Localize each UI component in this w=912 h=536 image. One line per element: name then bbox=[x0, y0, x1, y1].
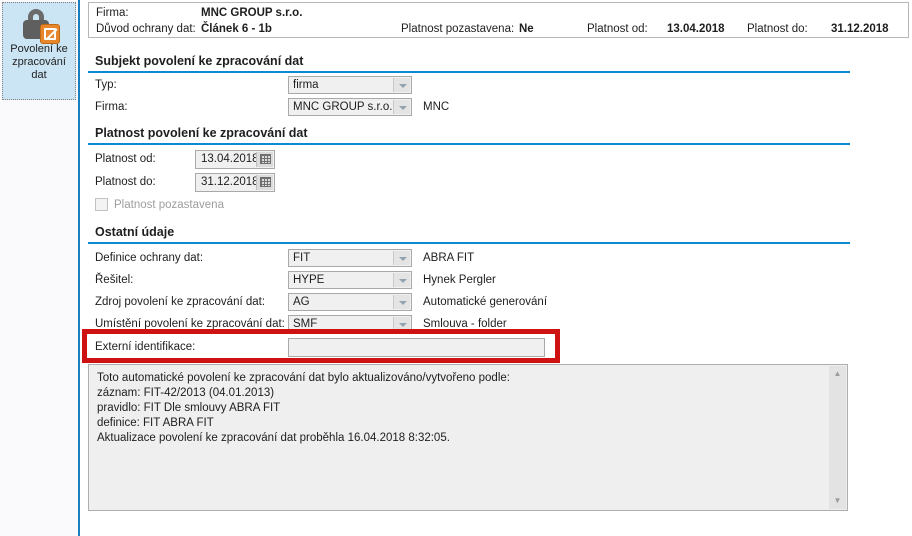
annotation-highlight-rectangle bbox=[82, 329, 560, 363]
platnost-od-label: Platnost od: bbox=[95, 153, 156, 165]
resitel-combobox-value: HYPE bbox=[293, 274, 324, 286]
chevron-down-icon[interactable] bbox=[393, 295, 410, 309]
vertical-scrollbar[interactable]: ▲ ▼ bbox=[829, 366, 846, 509]
zdroj-combobox[interactable]: AG bbox=[288, 293, 412, 311]
scroll-up-icon[interactable]: ▲ bbox=[829, 366, 846, 382]
update-note-box[interactable]: Toto automatické povolení ke zpracování … bbox=[88, 364, 848, 511]
section-title-platnost: Platnost povolení ke zpracování dat bbox=[88, 126, 850, 145]
platnost-do-label: Platnost do: bbox=[95, 176, 156, 188]
calendar-icon[interactable] bbox=[256, 152, 273, 167]
firma-combobox[interactable]: MNC GROUP s.r.o. bbox=[288, 98, 412, 116]
typ-combobox[interactable]: firma bbox=[288, 76, 412, 94]
definice-combobox[interactable]: FIT bbox=[288, 249, 412, 267]
chevron-down-icon[interactable] bbox=[393, 273, 410, 287]
typ-label: Typ: bbox=[95, 79, 117, 91]
permission-detail-window: Povolení ke zpracování dat Firma: MNC GR… bbox=[0, 0, 912, 536]
edit-badge-icon bbox=[40, 24, 60, 44]
sidebar-item-label: Povolení ke zpracování dat bbox=[3, 43, 75, 82]
scroll-down-icon[interactable]: ▼ bbox=[829, 493, 846, 509]
typ-combobox-value: firma bbox=[293, 79, 319, 91]
platnost-do-datefield[interactable]: 31.12.2018 bbox=[195, 173, 275, 192]
firma-combobox-value: MNC GROUP s.r.o. bbox=[293, 101, 392, 113]
sidebar-item-povoleni-ke-zpracovani-dat[interactable]: Povolení ke zpracování dat bbox=[2, 2, 76, 100]
zdroj-label: Zdroj povolení ke zpracování dat: bbox=[95, 296, 265, 308]
sidebar-divider bbox=[78, 0, 80, 536]
form-content: Subjekt povolení ke zpracování dat Typ: … bbox=[88, 0, 850, 536]
zdroj-combobox-value: AG bbox=[293, 296, 310, 308]
firma-label: Firma: bbox=[95, 101, 128, 113]
definice-combobox-value: FIT bbox=[293, 252, 310, 264]
lock-edit-icon bbox=[22, 9, 56, 41]
chevron-down-icon[interactable] bbox=[393, 100, 410, 114]
section-title-subjekt: Subjekt povolení ke zpracování dat bbox=[88, 54, 850, 73]
definice-desc: ABRA FIT bbox=[423, 252, 474, 264]
platnost-do-value: 31.12.2018 bbox=[201, 176, 259, 188]
chevron-down-icon[interactable] bbox=[393, 78, 410, 92]
platnost-pozastavena-checkbox[interactable] bbox=[95, 198, 108, 211]
resitel-desc: Hynek Pergler bbox=[423, 274, 496, 286]
resitel-label: Řešitel: bbox=[95, 274, 133, 286]
section-title-ostatni: Ostatní údaje bbox=[88, 225, 850, 244]
firma-code: MNC bbox=[423, 101, 449, 113]
platnost-od-value: 13.04.2018 bbox=[201, 153, 259, 165]
platnost-od-datefield[interactable]: 13.04.2018 bbox=[195, 150, 275, 169]
update-note-text: Toto automatické povolení ke zpracování … bbox=[89, 365, 830, 510]
zdroj-desc: Automatické generování bbox=[423, 296, 547, 308]
chevron-down-icon[interactable] bbox=[393, 251, 410, 265]
sidebar: Povolení ke zpracování dat bbox=[0, 0, 78, 536]
resitel-combobox[interactable]: HYPE bbox=[288, 271, 412, 289]
calendar-icon[interactable] bbox=[256, 175, 273, 190]
platnost-pozastavena-checkbox-label: Platnost pozastavena bbox=[114, 199, 224, 211]
definice-label: Definice ochrany dat: bbox=[95, 252, 203, 264]
